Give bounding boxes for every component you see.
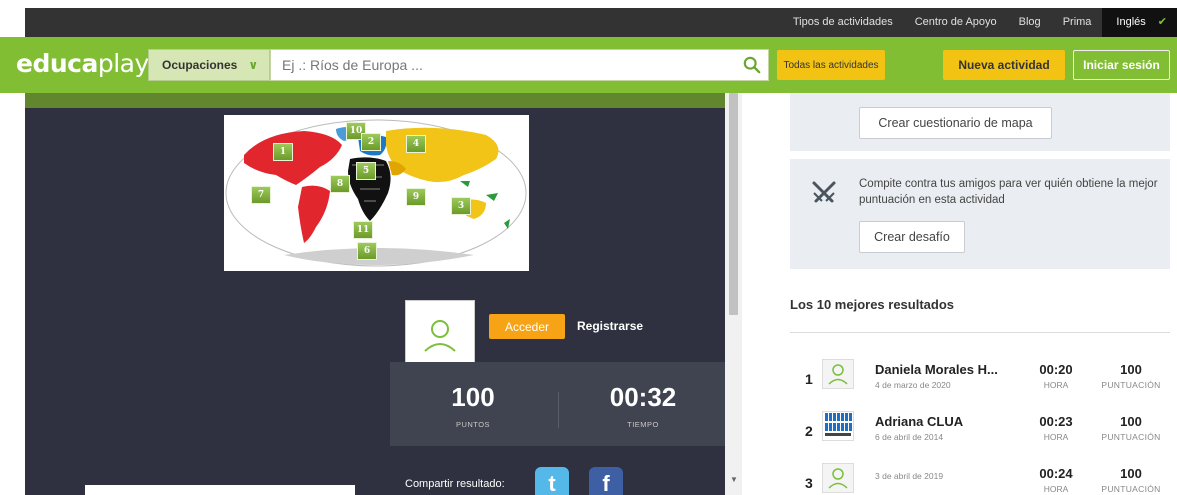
result-date: 3 de abril de 2019: [875, 471, 944, 481]
language-label: Inglés: [1116, 16, 1146, 28]
result-score-label: PUNTUACIÓN: [1101, 432, 1161, 442]
chevron-down-icon: ∨: [248, 58, 259, 72]
map-pin[interactable]: 5: [356, 162, 376, 180]
user-icon: [424, 320, 456, 352]
points-value: 100: [451, 382, 495, 412]
result-time: 00:20: [1039, 362, 1073, 377]
result-score-label: PUNTUACIÓN: [1101, 380, 1161, 390]
result-time: 00:23: [1039, 414, 1073, 429]
result-score: 100: [1120, 362, 1142, 377]
challenge-card: Compite contra tus amigos para ver quién…: [790, 159, 1170, 269]
avatar-image: [823, 412, 853, 440]
result-row[interactable]: 1 Daniela Morales H... 4 de marzo de 202…: [790, 355, 1170, 401]
result-row[interactable]: 3 3 de abril de 2019 00:24 HORA 100 PUNT…: [790, 459, 1170, 495]
bottom-overlay-bar: [85, 485, 355, 495]
result-name[interactable]: Adriana CLUA: [875, 414, 963, 429]
map-pin[interactable]: 2: [361, 133, 381, 151]
result-time-label: HORA: [1043, 484, 1069, 494]
map-pin[interactable]: 3: [451, 197, 471, 215]
scroll-down-arrow-icon[interactable]: ▼: [730, 475, 738, 484]
map-pin[interactable]: 8: [330, 175, 350, 193]
facebook-icon: f: [602, 471, 610, 495]
game-header-strip: [25, 93, 725, 108]
twitter-icon: t: [548, 471, 556, 495]
top-results-title: Los 10 mejores resultados: [790, 297, 955, 312]
user-icon: [828, 468, 848, 489]
time-label: TIEMPO: [627, 420, 659, 429]
crossed-swords-icon: [812, 181, 836, 203]
result-time: 00:24: [1039, 466, 1073, 481]
result-position: 1: [805, 371, 813, 387]
challenge-description: Compite contra tus amigos para ver quién…: [859, 178, 1158, 206]
search-icon[interactable]: [743, 56, 761, 74]
result-score: 100: [1120, 414, 1142, 429]
nav-link-blog[interactable]: Blog: [1008, 8, 1052, 37]
game-panel: 10 2 4 1 5 8 7 9 3 11 6 Acceder Registra…: [25, 93, 742, 495]
world-map[interactable]: 10 2 4 1 5 8 7 9 3 11 6: [224, 115, 529, 271]
result-name[interactable]: Daniela Morales H...: [875, 362, 998, 377]
result-score: 100: [1120, 466, 1142, 481]
map-pin[interactable]: 4: [406, 135, 426, 153]
create-challenge-button[interactable]: Crear desafío: [859, 221, 965, 253]
map-pin[interactable]: 9: [406, 188, 426, 206]
points-label: PUNTOS: [455, 420, 491, 429]
main-header: educaplay Ocupaciones ∨ Todas las activi…: [0, 37, 1177, 93]
language-selector[interactable]: Inglés ✔: [1102, 8, 1177, 37]
logo-thin-part: play: [97, 49, 149, 78]
educaplay-logo[interactable]: educaplay: [16, 49, 149, 78]
twitter-share-button[interactable]: t: [535, 467, 569, 495]
login-button[interactable]: Iniciar sesión: [1073, 50, 1170, 80]
map-pin[interactable]: 11: [353, 221, 373, 239]
avatar: [822, 463, 854, 493]
result-position: 3: [805, 475, 813, 491]
sign-in-button[interactable]: Acceder: [489, 314, 565, 339]
nav-link-premium[interactable]: Prima: [1052, 8, 1103, 37]
occupations-dropdown[interactable]: Ocupaciones ∨: [148, 49, 270, 81]
result-row[interactable]: 2 Adriana CLUA 6 de abril de 2014 00:23 …: [790, 407, 1170, 453]
map-pin[interactable]: 7: [251, 186, 271, 204]
score-summary: 100 PUNTOS 00:32 TIEMPO: [390, 362, 725, 446]
map-pin[interactable]: 1: [273, 143, 293, 161]
search-input[interactable]: [271, 50, 726, 80]
avatar: [822, 411, 854, 441]
result-date: 4 de marzo de 2020: [875, 380, 951, 390]
map-quiz-card: Crear cuestionario de mapa: [790, 93, 1170, 151]
facebook-share-button[interactable]: f: [589, 467, 623, 495]
new-activity-button[interactable]: Nueva actividad: [943, 50, 1065, 80]
occupations-label: Ocupaciones: [162, 58, 238, 72]
scrollbar-thumb[interactable]: [729, 93, 738, 315]
top-links: Tipos de actividades Centro de Apoyo Blo…: [782, 8, 1177, 37]
result-date: 6 de abril de 2014: [875, 432, 944, 442]
chevron-down-icon: ✔: [1157, 16, 1167, 28]
avatar: [822, 359, 854, 389]
result-position: 2: [805, 423, 813, 439]
nav-link-support-center[interactable]: Centro de Apoyo: [904, 8, 1008, 37]
top-strip: Tipos de actividades Centro de Apoyo Blo…: [0, 0, 1177, 37]
player-avatar: [405, 300, 475, 370]
register-link[interactable]: Registrarse: [577, 319, 643, 333]
share-label: Compartir resultado:: [405, 478, 505, 490]
logo-bold-part: educa: [16, 49, 98, 78]
map-pin[interactable]: 6: [357, 242, 377, 260]
user-icon: [828, 364, 848, 385]
time-value: 00:32: [609, 382, 677, 412]
score-divider: [558, 392, 559, 428]
result-time-label: HORA: [1043, 432, 1069, 442]
result-score-label: PUNTUACIÓN: [1101, 484, 1161, 494]
search-box: [270, 49, 769, 81]
create-map-quiz-button[interactable]: Crear cuestionario de mapa: [859, 107, 1052, 139]
nav-link-activity-types[interactable]: Tipos de actividades: [782, 8, 904, 37]
all-activities-button[interactable]: Todas las actividades: [777, 50, 885, 80]
result-time-label: HORA: [1043, 380, 1069, 390]
top-navigation: Tipos de actividades Centro de Apoyo Blo…: [25, 8, 1177, 37]
divider: [790, 332, 1170, 333]
